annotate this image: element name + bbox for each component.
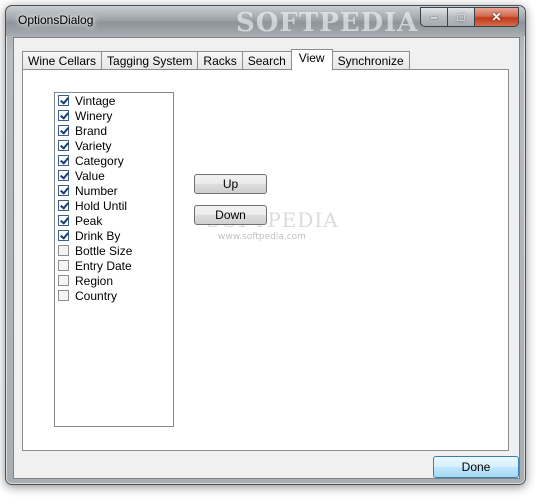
checkbox[interactable] <box>58 185 69 196</box>
column-checklist[interactable]: Vintage Winery Brand Variety Category Va… <box>54 92 174 427</box>
list-item[interactable]: Winery <box>55 108 173 123</box>
list-item-label: Category <box>75 153 124 168</box>
checkbox[interactable] <box>58 170 69 181</box>
tab-search[interactable]: Search <box>241 51 292 70</box>
list-item[interactable]: Vintage <box>55 93 173 108</box>
move-down-button[interactable]: Down <box>194 205 267 225</box>
list-item-label: Winery <box>75 108 113 123</box>
title-bar[interactable]: SOFTPEDIA OptionsDialog – □ ✕ <box>6 6 525 38</box>
maximize-button[interactable]: □ <box>447 7 474 27</box>
list-item-label: Entry Date <box>75 258 132 273</box>
dialog-client-area: Wine Cellars Tagging System Racks Search… <box>13 37 520 479</box>
options-dialog-window: SOFTPEDIA OptionsDialog – □ ✕ Wine Cella… <box>5 5 526 485</box>
checkbox[interactable] <box>58 200 69 211</box>
list-item-label: Brand <box>75 123 108 138</box>
view-tab-panel: Vintage Winery Brand Variety Category Va… <box>22 69 509 451</box>
close-icon: ✕ <box>491 10 502 24</box>
list-item-label: Region <box>75 273 114 288</box>
checkbox[interactable] <box>58 290 69 301</box>
checkbox[interactable] <box>58 155 69 166</box>
list-item-label: Value <box>75 168 105 183</box>
checkbox[interactable] <box>58 215 69 226</box>
list-item[interactable]: Value <box>55 168 173 183</box>
checkbox[interactable] <box>58 95 69 106</box>
move-up-button[interactable]: Up <box>194 174 267 194</box>
list-item-label: Vintage <box>75 93 116 108</box>
done-button[interactable]: Done <box>433 456 519 478</box>
list-item[interactable]: Number <box>55 183 173 198</box>
tab-synchronize[interactable]: Synchronize <box>331 51 410 70</box>
maximize-icon: □ <box>457 10 465 24</box>
softpedia-watermark: SOFTPEDIA <box>236 8 419 38</box>
checkbox[interactable] <box>58 230 69 241</box>
checkbox[interactable] <box>58 260 69 271</box>
tab-view[interactable]: View <box>290 49 333 71</box>
list-item-label: Number <box>75 183 118 198</box>
tab-tagging-system[interactable]: Tagging System <box>101 51 199 70</box>
list-item[interactable]: Category <box>55 153 173 168</box>
checkbox[interactable] <box>58 245 69 256</box>
list-item[interactable]: Brand <box>55 123 173 138</box>
checkbox[interactable] <box>58 140 69 151</box>
close-button[interactable]: ✕ <box>474 7 519 27</box>
list-item-label: Peak <box>75 213 103 228</box>
list-item-label: Variety <box>75 138 112 153</box>
list-item[interactable]: Peak <box>55 213 173 228</box>
checkbox[interactable] <box>58 110 69 121</box>
list-item[interactable]: Hold Until <box>55 198 173 213</box>
tab-racks[interactable]: Racks <box>197 51 243 70</box>
window-title: OptionsDialog <box>18 13 94 27</box>
checkbox[interactable] <box>58 125 69 136</box>
list-item[interactable]: Bottle Size <box>55 243 173 258</box>
caption-buttons: – □ ✕ <box>420 7 519 27</box>
center-watermark-url: www.softpedia.com <box>218 232 306 242</box>
list-item-label: Bottle Size <box>75 243 133 258</box>
list-item[interactable]: Variety <box>55 138 173 153</box>
list-item-label: Country <box>75 288 118 303</box>
minimize-button[interactable]: – <box>420 7 447 27</box>
list-item[interactable]: Region <box>55 273 173 288</box>
list-item-label: Hold Until <box>75 198 128 213</box>
list-item-label: Drink By <box>75 228 121 243</box>
list-item[interactable]: Country <box>55 288 173 303</box>
tab-strip: Wine Cellars Tagging System Racks Search… <box>22 49 410 71</box>
list-item[interactable]: Entry Date <box>55 258 173 273</box>
list-item[interactable]: Drink By <box>55 228 173 243</box>
minimize-icon: – <box>430 10 438 24</box>
checkbox[interactable] <box>58 275 69 286</box>
tab-wine-cellars[interactable]: Wine Cellars <box>22 51 103 70</box>
